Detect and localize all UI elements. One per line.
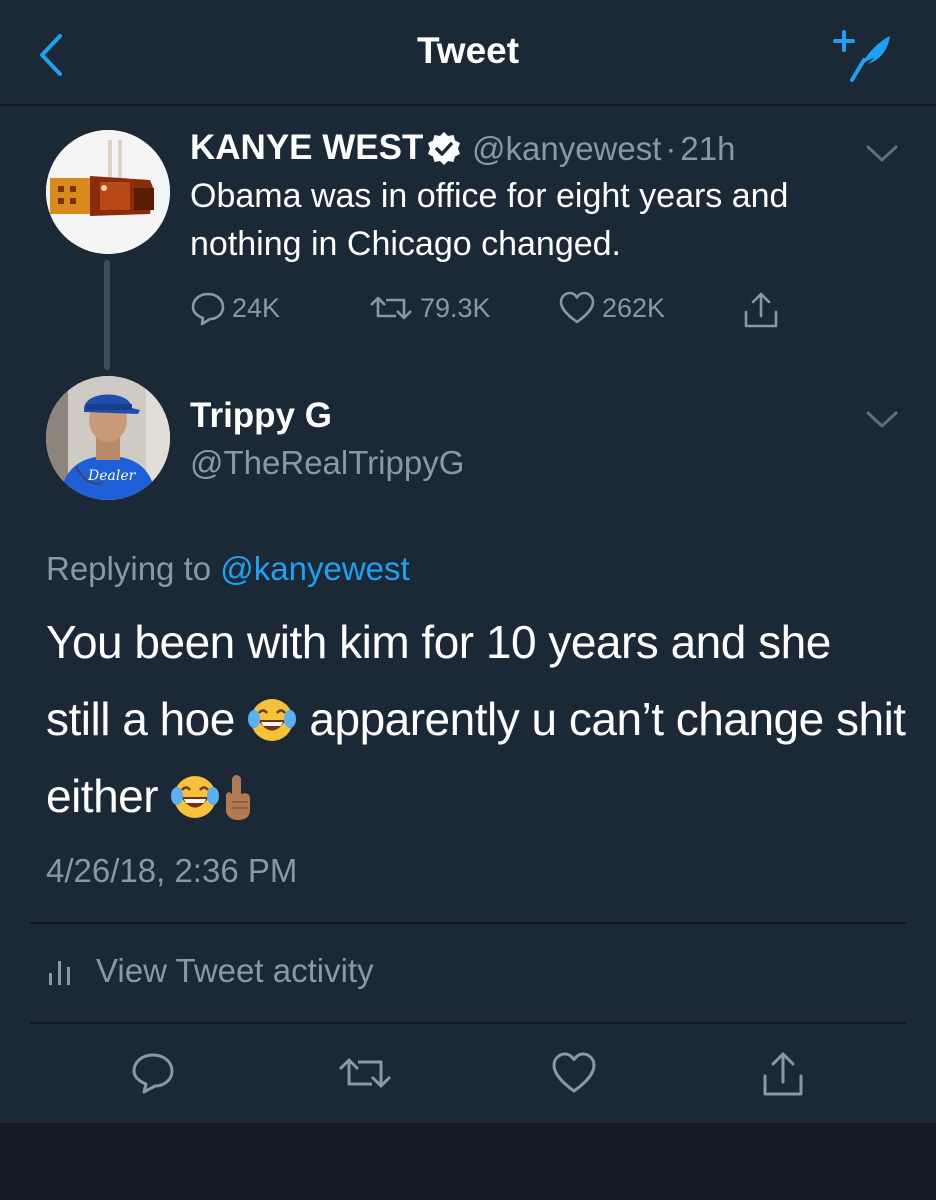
share-icon <box>744 292 778 328</box>
like-action[interactable]: 262K <box>558 290 665 326</box>
view-tweet-activity-label: View Tweet activity <box>96 952 374 989</box>
retweet-count: 79.3K <box>420 292 491 323</box>
avatar-image <box>46 130 170 254</box>
reply-icon <box>132 1053 174 1094</box>
compose-tweet-button[interactable] <box>830 26 896 86</box>
reply-tweet-text: You been with kim for 10 years and she s… <box>46 604 906 835</box>
like-icon <box>559 291 595 324</box>
like-button[interactable] <box>550 1050 600 1100</box>
replying-label: Replying to <box>46 550 212 587</box>
tweet-timestamp: 4/26/18, 2:36 PM <box>46 852 298 889</box>
like-icon <box>552 1052 596 1093</box>
thread-connector-line <box>104 260 110 370</box>
retweet-action[interactable]: 79.3K <box>368 290 491 326</box>
kanye-tweet-text: Obama was in office for eight years and … <box>190 177 789 263</box>
divider-bottom <box>30 1022 906 1024</box>
pointing-up-emoji-icon <box>226 774 251 820</box>
kanye-display-name[interactable]: KANYE WEST <box>190 128 423 168</box>
trippy-handle[interactable]: @TheRealTrippyG <box>190 444 464 482</box>
trippy-display-name[interactable]: Trippy G <box>190 396 332 436</box>
activity-bars-icon <box>49 961 70 985</box>
chevron-down-icon[interactable] <box>862 404 902 434</box>
bottom-bar <box>0 1123 936 1200</box>
like-count: 262K <box>602 292 666 323</box>
top-navigation-bar: Tweet <box>0 0 936 106</box>
avatar-image: Dealer <box>46 376 170 500</box>
compose-tweet-icon <box>833 30 890 82</box>
svg-text:Dealer: Dealer <box>87 468 137 484</box>
divider-top <box>30 922 906 924</box>
reply-icon <box>191 292 225 326</box>
trippy-avatar[interactable]: Dealer <box>46 376 170 500</box>
retweet-icon <box>338 1058 392 1088</box>
separator-dot: · <box>665 130 677 167</box>
share-icon <box>763 1052 803 1096</box>
replying-to-mention[interactable]: @kanyewest <box>220 550 409 587</box>
laughing-emoji-icon <box>171 775 220 818</box>
verified-badge-icon <box>428 132 460 165</box>
retweet-icon <box>370 296 412 320</box>
replying-to-line: Replying to @kanyewest <box>46 550 410 588</box>
share-button[interactable] <box>760 1050 810 1100</box>
view-tweet-activity-button[interactable]: View Tweet activity <box>46 952 374 990</box>
share-action[interactable] <box>742 290 780 330</box>
reply-button[interactable] <box>130 1050 180 1100</box>
tweet-age: 21h <box>680 130 736 167</box>
retweet-button[interactable] <box>336 1050 396 1100</box>
kanye-avatar[interactable] <box>46 130 170 254</box>
kanye-handle-and-time[interactable]: @kanyewest · 21h <box>472 130 735 168</box>
page-title: Tweet <box>416 30 520 71</box>
chevron-down-icon[interactable] <box>862 138 902 168</box>
reply-action[interactable]: 24K <box>190 290 280 326</box>
reply-count: 24K <box>232 292 281 323</box>
kanye-handle: @kanyewest <box>472 130 662 167</box>
laughing-emoji-icon <box>248 698 297 741</box>
